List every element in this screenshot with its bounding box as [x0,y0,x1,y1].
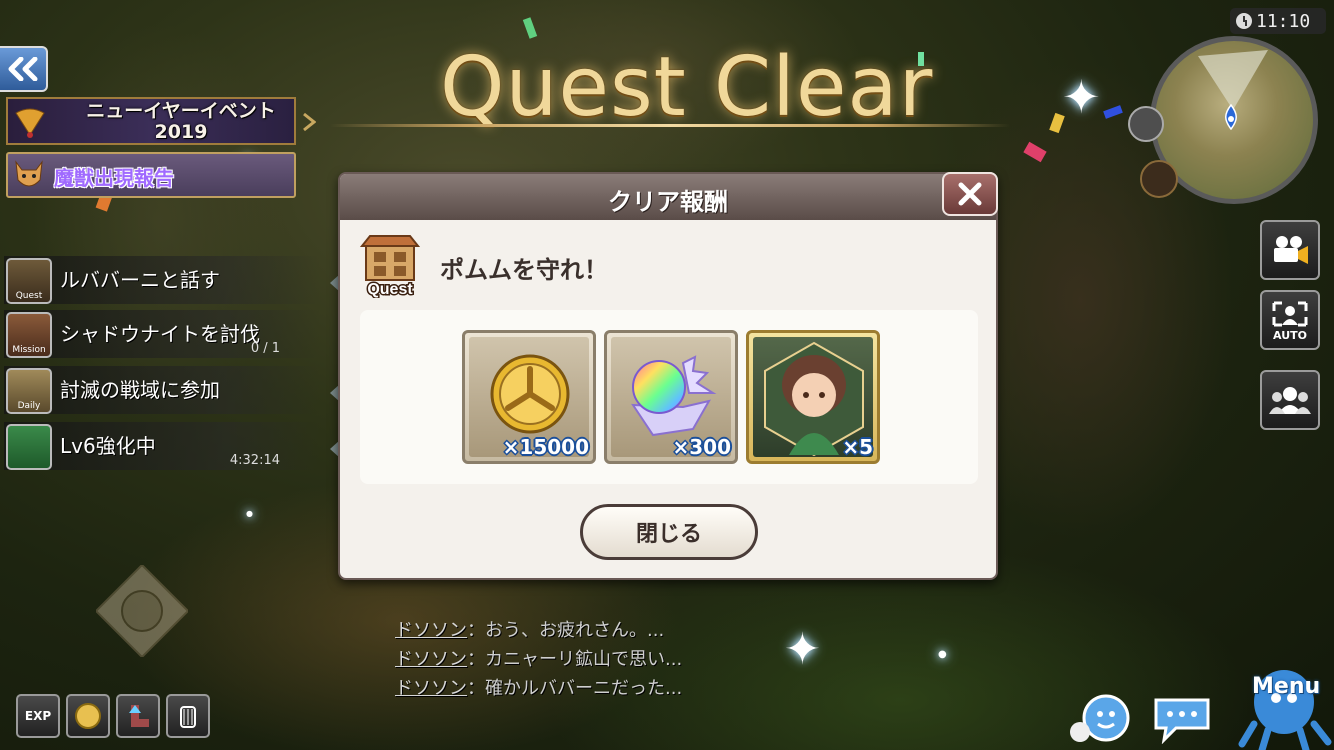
clock: 11:10 [1230,8,1326,34]
player-location-icon [1225,104,1237,130]
dialog-header: クリア報酬 [340,174,996,220]
auto-battle-icon [1272,301,1308,327]
task-daily[interactable]: Daily 討滅の戦域に参加 [4,366,340,414]
reward-item-character[interactable]: ×5 [746,330,880,464]
exp-button[interactable]: EXP [16,694,60,738]
double-chevron-left-icon [8,57,38,81]
dialog-title: クリア報酬 [608,188,728,216]
building-icon [6,424,52,470]
boot-upgrade-icon [129,705,149,727]
chat-button[interactable] [1152,694,1212,744]
task-timer: 4:32:14 [229,453,280,468]
map-toggle-button[interactable] [1128,106,1164,142]
quest-icon-label: Quest [367,281,413,298]
rainbow-crystal-icon [631,355,717,437]
reward-item-gold[interactable]: ×15000 [462,330,596,464]
reward-item-crystal[interactable]: ×300 [604,330,738,464]
mission-icon: Mission [6,312,52,358]
daily-icon: Daily [6,368,52,414]
camera-button[interactable] [1260,220,1320,280]
clock-time: 11:10 [1256,10,1311,32]
close-icon [958,182,982,206]
party-icon [1269,387,1311,414]
title-divider [330,124,1010,127]
monster-report-label: 魔獣出現報告 [54,166,174,190]
sparkle-icon: ✦ [784,624,821,675]
task-title: 討滅の戦域に参加 [60,378,220,402]
task-progress: 0 / 1 [250,341,280,356]
exp-label: EXP [24,709,52,723]
monster-report-banner[interactable]: 魔獣出現報告 [6,152,296,198]
event-fan-icon [15,108,45,138]
video-camera-icon [1274,236,1308,264]
chevron-right-icon[interactable] [302,112,316,132]
close-button[interactable]: 閉じる [580,504,758,560]
task-title: Lv6強化中 [60,434,156,458]
gold-coin-icon [490,354,570,434]
menu-character-icon[interactable] [1232,654,1332,750]
chat-line[interactable]: ドソソン：カニャーリ鉱山で思い... [395,645,682,674]
close-x-button[interactable] [942,172,998,216]
equipment-up-button[interactable] [116,694,160,738]
confetti [918,52,924,66]
map-companion-button[interactable] [1140,160,1178,198]
quest-icon: Quest [6,258,52,304]
chat-log: ドソソン：おう、お疲れさん。... ドソソン：カニャーリ鉱山で思い... ドソソ… [395,616,682,703]
auto-label: AUTO [1273,329,1307,342]
party-button[interactable] [1260,370,1320,430]
lantern-icon [180,706,196,728]
sparkle-icon: ● [246,509,253,518]
sparkle-icon: ✦ [1062,70,1101,124]
new-year-event-banner[interactable]: ニューイヤーイベント 2019 [6,97,296,145]
chat-line[interactable]: ドソソン：おう、お疲れさん。... [395,616,682,645]
lantern-button[interactable] [166,694,210,738]
quest-name: ポムムを守れ！ [440,256,608,284]
coin-button[interactable] [66,694,110,738]
task-quest[interactable]: Quest ルババーニと話す [4,256,340,304]
emote-button[interactable] [1066,694,1132,744]
dpad-control[interactable] [96,565,188,657]
task-title: ルババーニと話す [60,268,220,292]
sparkle-icon: ● [938,649,947,660]
task-building[interactable]: Lv6強化中 4:32:14 [4,422,340,470]
gold-coin-icon [75,703,101,729]
reward-dialog: クリア報酬 Quest ポムムを守れ！ ×15000 ×300 ×5 閉じる [338,172,998,580]
chat-line[interactable]: ドソソン：確かルババーニだった... [395,674,682,703]
beast-icon [15,160,43,187]
event-banner-label: ニューイヤーイベント 2019 [86,100,276,143]
quest-clear-title: Quest Clear [440,40,934,135]
quest-icon: Quest [359,235,421,298]
task-title: シャドウナイトを討伐 [60,322,260,346]
reward-count: ×5 [842,435,873,459]
clock-icon [1236,13,1252,29]
task-mission[interactable]: Mission シャドウナイトを討伐 0 / 1 [4,310,320,358]
back-button[interactable] [0,46,48,92]
auto-button[interactable]: AUTO [1260,290,1320,350]
reward-count: ×300 [672,435,731,459]
reward-count: ×15000 [502,435,589,459]
menu-label[interactable]: Menu [1252,674,1320,699]
